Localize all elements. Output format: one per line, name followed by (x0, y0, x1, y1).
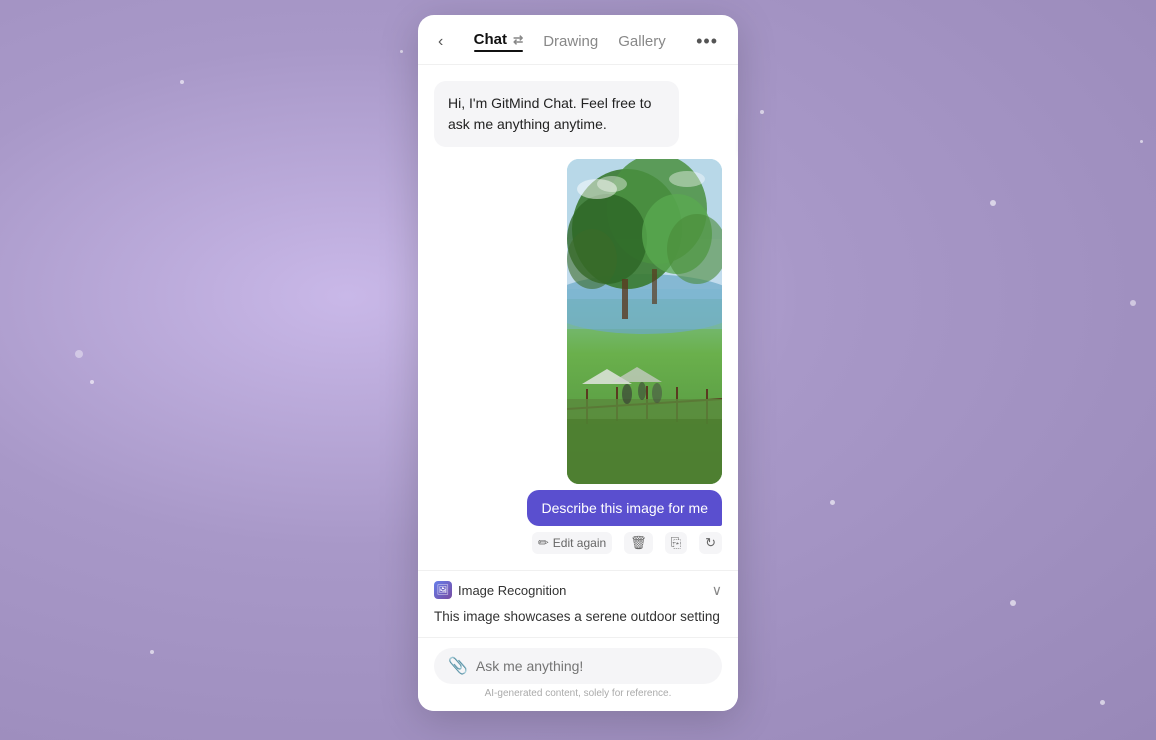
copy-button[interactable]: ⎘ (665, 532, 687, 554)
uploaded-image (567, 159, 722, 484)
input-wrapper: 📎 (434, 648, 722, 684)
back-button[interactable]: ‹ (434, 31, 447, 53)
tab-group: Chat ⇄ Drawing Gallery (455, 29, 684, 54)
edit-again-button[interactable]: ✏ Edit again (532, 532, 612, 554)
refresh-button[interactable]: ↻ (699, 532, 722, 554)
recognition-title-text: Image Recognition (458, 583, 566, 598)
edit-icon: ✏ (538, 535, 549, 551)
copy-icon: ⎘ (671, 535, 681, 551)
chat-input[interactable] (476, 658, 708, 674)
bot-welcome-message: Hi, I'm GitMind Chat. Feel free to ask m… (434, 81, 679, 147)
chat-body: Hi, I'm GitMind Chat. Feel free to ask m… (418, 65, 738, 570)
recognition-header[interactable]: 🖼 Image Recognition ∨ (434, 581, 722, 599)
tab-drawing[interactable]: Drawing (535, 31, 606, 52)
chat-header: ‹ Chat ⇄ Drawing Gallery ••• (418, 15, 738, 65)
recognition-text: This image showcases a serene outdoor se… (434, 607, 722, 627)
refresh-icon: ↻ (705, 535, 716, 551)
more-options-button[interactable]: ••• (692, 29, 722, 54)
tab-chat[interactable]: Chat ⇄ (466, 29, 532, 54)
more-icon: ••• (696, 31, 718, 51)
input-area: 📎 AI-generated content, solely for refer… (418, 637, 738, 711)
recognition-icon: 🖼 (434, 581, 452, 599)
chat-modal: × › ‹ Chat ⇄ Drawing Gallery (418, 15, 738, 711)
message-actions: ✏ Edit again 🗑 ⎘ ↻ (532, 532, 722, 554)
chevron-down-icon: ∨ (712, 582, 722, 599)
back-icon: ‹ (438, 33, 443, 51)
delete-button[interactable]: 🗑 (624, 532, 653, 554)
disclaimer-text: AI-generated content, solely for referen… (434, 684, 722, 705)
attach-icon[interactable]: 📎 (448, 656, 468, 676)
recognition-section: 🖼 Image Recognition ∨ This image showcas… (418, 570, 738, 637)
tab-gallery[interactable]: Gallery (610, 31, 674, 52)
image-container: Describe this image for me ✏ Edit again … (434, 159, 722, 554)
swap-icon: ⇄ (513, 33, 523, 47)
user-message: Describe this image for me (527, 490, 722, 526)
delete-icon: 🗑 (630, 535, 647, 551)
edit-again-label: Edit again (553, 536, 606, 550)
recognition-title: 🖼 Image Recognition (434, 581, 566, 599)
